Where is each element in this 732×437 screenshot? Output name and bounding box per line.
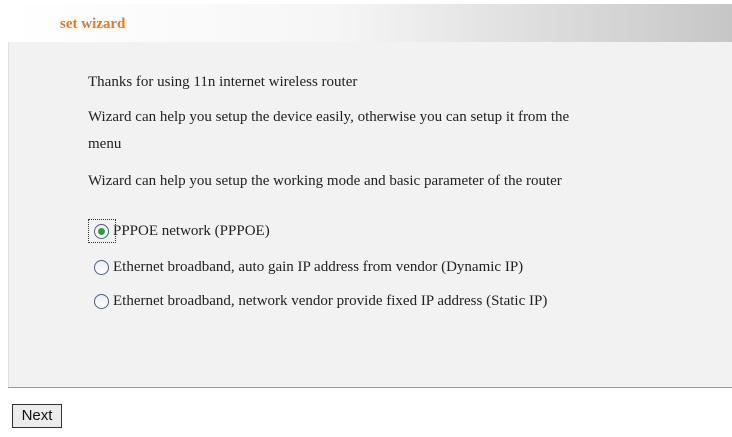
radio-selected-dot — [98, 228, 105, 235]
wizard-content-panel — [8, 42, 732, 387]
radio-button-dynamic-ip[interactable] — [94, 260, 109, 275]
header-bar: set wizard — [8, 4, 732, 42]
wizard-page: set wizard Thanks for using 11n internet… — [0, 0, 732, 437]
intro-wizard-help-text: Wizard can help you setup the device eas… — [88, 109, 570, 125]
radio-option-pppoe[interactable]: PPPOE network (PPPOE) — [94, 223, 270, 240]
page-title: set wizard — [60, 16, 126, 32]
radio-label-static-ip[interactable]: Ethernet broadband, network vendor provi… — [113, 293, 547, 310]
radio-option-dynamic-ip[interactable]: Ethernet broadband, auto gain IP address… — [94, 259, 523, 276]
radio-label-pppoe[interactable]: PPPOE network (PPPOE) — [113, 223, 270, 240]
radio-option-static-ip[interactable]: Ethernet broadband, network vendor provi… — [94, 293, 547, 310]
next-button[interactable]: Next — [12, 404, 62, 428]
radio-button-static-ip[interactable] — [94, 294, 109, 309]
intro-wizard-help-text-continued: menu — [88, 136, 122, 152]
intro-thanks-text: Thanks for using 11n internet wireless r… — [88, 74, 358, 90]
footer-divider — [8, 387, 732, 388]
intro-mode-text: Wizard can help you setup the working mo… — [88, 173, 562, 189]
radio-button-pppoe[interactable] — [94, 224, 109, 239]
radio-label-dynamic-ip[interactable]: Ethernet broadband, auto gain IP address… — [113, 259, 523, 276]
